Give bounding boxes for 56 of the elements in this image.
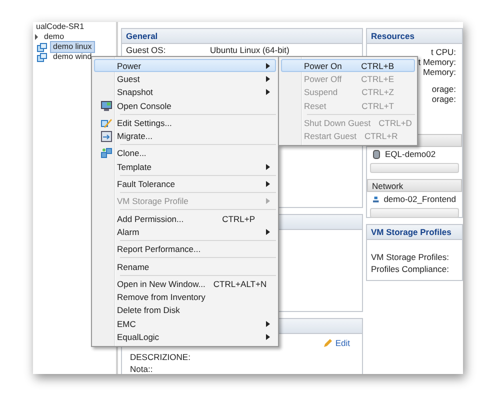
field-label: t CPU:	[430, 47, 456, 57]
menu-item[interactable]: Template	[94, 160, 276, 174]
menu-item[interactable]: Migrate...	[94, 129, 276, 143]
network-header: Network	[367, 179, 462, 192]
edit-settings-icon	[100, 117, 112, 128]
scrollbar[interactable]	[370, 208, 459, 218]
field-label: orage:	[432, 84, 456, 94]
tree-item[interactable]: demo linux	[50, 41, 95, 53]
pencil-icon	[324, 339, 332, 347]
menu-item[interactable]: Add Permission... CTRL+P	[94, 212, 276, 226]
menu-item[interactable]: Open Console	[94, 98, 276, 112]
menu-item[interactable]: Remove from Inventory	[94, 290, 276, 304]
menu-item[interactable]: Fault Tolerance	[94, 177, 276, 191]
menu-item[interactable]: Rename	[94, 260, 276, 274]
menu-item[interactable]: Power On CTRL+B	[281, 59, 415, 72]
menu-item[interactable]: Open in New Window... CTRL+ALT+N	[94, 277, 276, 290]
submenu-arrow-icon	[266, 181, 270, 188]
menu-item[interactable]: Snapshot	[94, 86, 276, 99]
field-label: DESCRIZIONE:	[129, 352, 192, 362]
menu-item[interactable]: Alarm	[94, 225, 276, 239]
menu-item[interactable]: Guest	[94, 72, 276, 86]
field-value: Ubuntu Linux (64-bit)	[210, 45, 290, 55]
submenu-arrow-icon	[266, 198, 270, 204]
menu-item[interactable]: Report Performance...	[94, 242, 276, 256]
panel-title: VM Storage Profiles	[367, 225, 462, 240]
submenu-arrow-icon	[266, 228, 270, 235]
scrollbar[interactable]	[370, 163, 459, 173]
datastore-name: EQL-demo02	[385, 149, 436, 159]
tree-item[interactable]: ualCode-SR1	[33, 22, 88, 33]
menu-item[interactable]: EMC	[94, 317, 276, 330]
submenu-arrow-icon	[266, 89, 270, 96]
tree-item[interactable]: demo wind	[50, 51, 95, 63]
menu-item[interactable]: Delete from Disk	[94, 304, 276, 318]
clone-icon	[100, 148, 112, 159]
field-label: t Memory:	[418, 57, 456, 67]
network-icon	[373, 194, 379, 204]
field-label: Memory:	[422, 67, 456, 77]
field-label: orage:	[432, 94, 456, 104]
tree-item[interactable]: demo	[41, 31, 68, 43]
edit-link[interactable]: Edit	[324, 338, 350, 348]
panel-title: Resources	[367, 29, 462, 44]
network-name: demo-02_Frontend	[384, 194, 456, 204]
monitor-icon	[100, 100, 112, 111]
field-label: Nota::	[129, 364, 154, 374]
menu-item[interactable]: Edit Settings...	[94, 116, 276, 130]
menu-item[interactable]: Clone...	[94, 146, 276, 160]
migrate-icon	[100, 130, 112, 142]
menu-item[interactable]: EqualLogic	[94, 330, 276, 344]
submenu-arrow-icon	[266, 164, 270, 170]
field-label: Profiles Compliance:	[371, 264, 450, 274]
field-label: VM Storage Profiles:	[371, 252, 450, 262]
panel-title: General	[122, 29, 362, 44]
field-label: Guest OS:	[126, 45, 167, 55]
menu-item[interactable]: Power	[94, 59, 276, 72]
database-icon	[373, 150, 380, 158]
expand-icon[interactable]	[35, 34, 38, 40]
